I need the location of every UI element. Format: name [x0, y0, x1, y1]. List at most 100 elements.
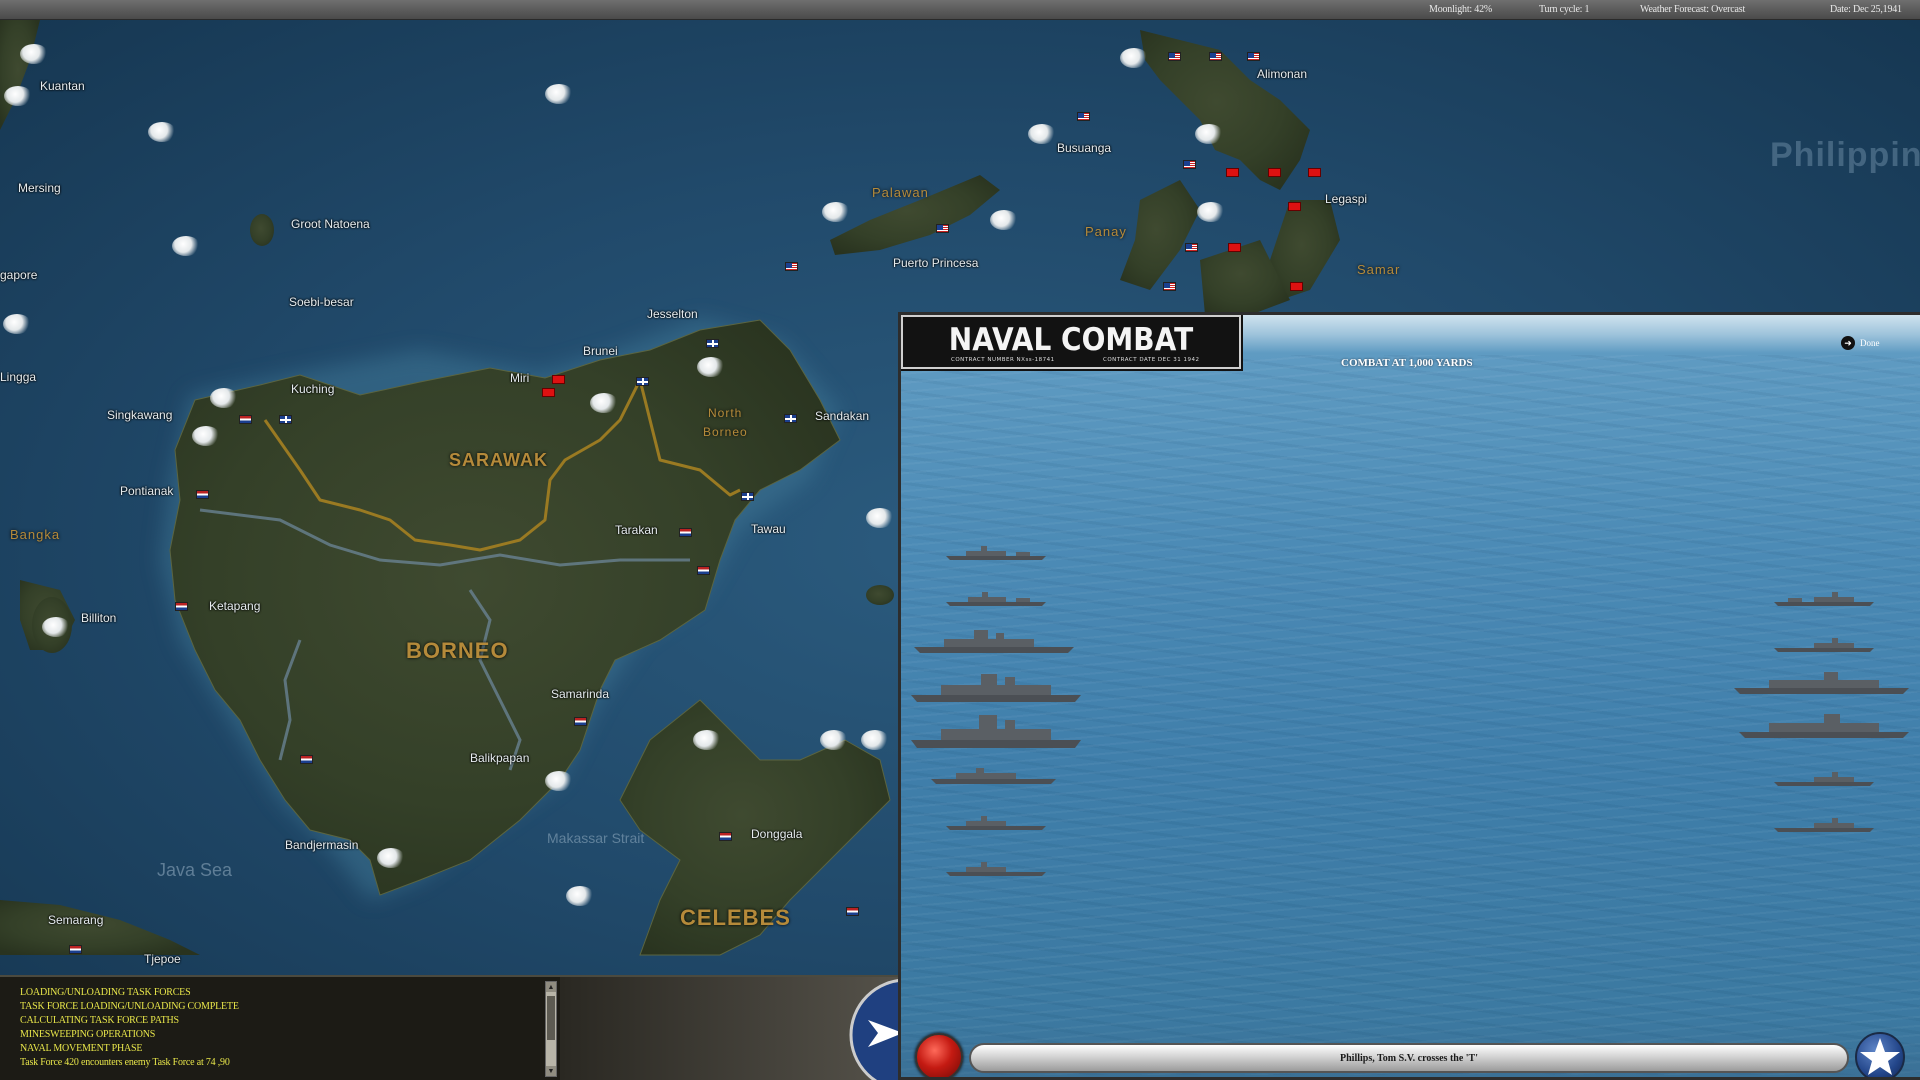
combat-control-bar: Phillips, Tom S.V. crosses the 'T' — [901, 1020, 1920, 1077]
allied-ship-icon[interactable] — [914, 628, 1074, 654]
base-marker-flag[interactable] — [175, 602, 188, 611]
enemy-ship-icon[interactable] — [1774, 771, 1874, 787]
place-semarang[interactable]: Semarang — [48, 913, 103, 927]
base-marker-flag[interactable] — [552, 375, 565, 384]
place-balikpapan[interactable]: Balikpapan — [470, 751, 529, 765]
enemy-ship-icon[interactable] — [1739, 713, 1909, 739]
weather-cloud-icon — [697, 357, 725, 377]
weather-cloud-icon — [820, 730, 848, 750]
base-marker-flag[interactable] — [1226, 168, 1239, 177]
place-donggala[interactable]: Donggala — [751, 827, 802, 841]
place-groot-natoena[interactable]: Groot Natoena — [291, 217, 370, 231]
base-marker-flag[interactable] — [1228, 243, 1241, 252]
place-legaspi[interactable]: Legaspi — [1325, 192, 1367, 206]
base-marker-flag[interactable] — [1288, 202, 1301, 211]
place-pontianak[interactable]: Pontianak — [120, 484, 173, 498]
weather-cloud-icon — [1120, 48, 1148, 68]
allied-ship-icon[interactable] — [946, 861, 1046, 877]
enemy-ship-icon[interactable] — [1774, 637, 1874, 653]
base-marker-flag[interactable] — [1183, 160, 1196, 169]
place-brunei[interactable]: Brunei — [583, 344, 618, 358]
place-tarakan[interactable]: Tarakan — [615, 523, 658, 537]
base-marker-flag[interactable] — [1185, 243, 1198, 252]
place-samarinda[interactable]: Samarinda — [551, 687, 609, 701]
base-marker-flag[interactable] — [1168, 52, 1181, 61]
place-soebi-besar[interactable]: Soebi-besar — [289, 295, 354, 309]
place-singapore[interactable]: gapore — [0, 268, 37, 282]
place-billiton[interactable]: Billiton — [81, 611, 116, 625]
game-window: Moonlight: 42% Turn cycle: 1 Weather For… — [0, 0, 1920, 1080]
base-marker-flag[interactable] — [936, 224, 949, 233]
base-marker-flag[interactable] — [706, 339, 719, 348]
allied-ship-icon[interactable] — [946, 591, 1046, 607]
base-marker-flag[interactable] — [636, 377, 649, 386]
log-scrollbar[interactable]: ▲ ▼ — [545, 981, 557, 1077]
place-busuanga[interactable]: Busuanga — [1057, 141, 1111, 155]
place-tjepoe[interactable]: Tjepoe — [144, 952, 181, 966]
weather-cloud-icon — [1197, 202, 1225, 222]
base-marker-flag[interactable] — [784, 414, 797, 423]
weather-cloud-icon — [20, 44, 48, 64]
base-marker-flag[interactable] — [719, 832, 732, 841]
weather-cloud-icon — [172, 236, 200, 256]
place-alimonan[interactable]: Alimonan — [1257, 67, 1307, 81]
combat-message-bar: Phillips, Tom S.V. crosses the 'T' — [969, 1043, 1849, 1073]
place-puerto-princesa[interactable]: Puerto Princesa — [893, 256, 978, 270]
scroll-up-icon[interactable]: ▲ — [546, 982, 556, 992]
allied-ship-icon[interactable] — [946, 815, 1046, 831]
contract-number: CONTRACT NUMBER NXss-18741 — [951, 357, 1055, 363]
weather-cloud-icon — [210, 388, 238, 408]
allied-ship-icon[interactable] — [931, 767, 1056, 785]
place-sandakan[interactable]: Sandakan — [815, 409, 869, 423]
allied-ship-icon[interactable] — [946, 545, 1046, 561]
base-marker-flag[interactable] — [785, 262, 798, 271]
base-marker-flag[interactable] — [1163, 282, 1176, 291]
base-marker-flag[interactable] — [1290, 282, 1303, 291]
allied-ship-icon[interactable] — [911, 671, 1081, 703]
base-marker-flag[interactable] — [1268, 168, 1281, 177]
log-line: LOADING/UNLOADING TASK FORCES — [20, 987, 191, 998]
done-button[interactable]: ➜ Done — [1841, 336, 1880, 350]
base-marker-flag[interactable] — [239, 415, 252, 424]
turn-cycle-readout: Turn cycle: 1 — [1539, 4, 1590, 15]
base-marker-flag[interactable] — [1308, 168, 1321, 177]
place-bandjermasin[interactable]: Bandjermasin — [285, 838, 358, 852]
base-marker-flag[interactable] — [574, 717, 587, 726]
base-marker-flag[interactable] — [741, 492, 754, 501]
base-marker-flag[interactable] — [1209, 52, 1222, 61]
base-marker-flag[interactable] — [1077, 112, 1090, 121]
place-kuantan[interactable]: Kuantan — [40, 79, 85, 93]
place-singkawang[interactable]: Singkawang — [107, 408, 172, 422]
region-sarawak: SARAWAK — [449, 450, 549, 470]
place-kuching[interactable]: Kuching — [291, 382, 334, 396]
region-bangka: Bangka — [10, 527, 61, 542]
region-palawan: Palawan — [872, 185, 929, 200]
weather-cloud-icon — [822, 202, 850, 222]
scroll-down-icon[interactable]: ▼ — [546, 1066, 556, 1076]
base-marker-flag[interactable] — [279, 415, 292, 424]
place-jesselton[interactable]: Jesselton — [647, 307, 698, 321]
base-marker-flag[interactable] — [196, 490, 209, 499]
scroll-thumb[interactable] — [547, 996, 555, 1040]
base-marker-flag[interactable] — [300, 755, 313, 764]
place-lingga[interactable]: Lingga — [0, 370, 36, 384]
navy-star-button[interactable] — [1855, 1032, 1905, 1077]
enemy-ship-icon[interactable] — [1774, 591, 1874, 607]
enemy-ship-icon[interactable] — [1734, 671, 1909, 695]
place-tawau[interactable]: Tawau — [751, 522, 786, 536]
base-marker-flag[interactable] — [542, 388, 555, 397]
stop-combat-button[interactable] — [915, 1033, 963, 1077]
base-marker-flag[interactable] — [846, 907, 859, 916]
region-celebes: CELEBES — [680, 905, 791, 930]
place-ketapang[interactable]: Ketapang — [209, 599, 260, 613]
weather-cloud-icon — [590, 393, 618, 413]
base-marker-flag[interactable] — [1247, 52, 1260, 61]
base-marker-flag[interactable] — [697, 566, 710, 575]
allied-ship-icon[interactable] — [911, 713, 1081, 749]
place-miri[interactable]: Miri — [510, 371, 529, 385]
place-mersing[interactable]: Mersing — [18, 181, 61, 195]
base-marker-flag[interactable] — [679, 528, 692, 537]
date-readout: Date: Dec 25,1941 — [1830, 4, 1902, 15]
base-marker-flag[interactable] — [69, 945, 82, 954]
enemy-ship-icon[interactable] — [1774, 817, 1874, 833]
